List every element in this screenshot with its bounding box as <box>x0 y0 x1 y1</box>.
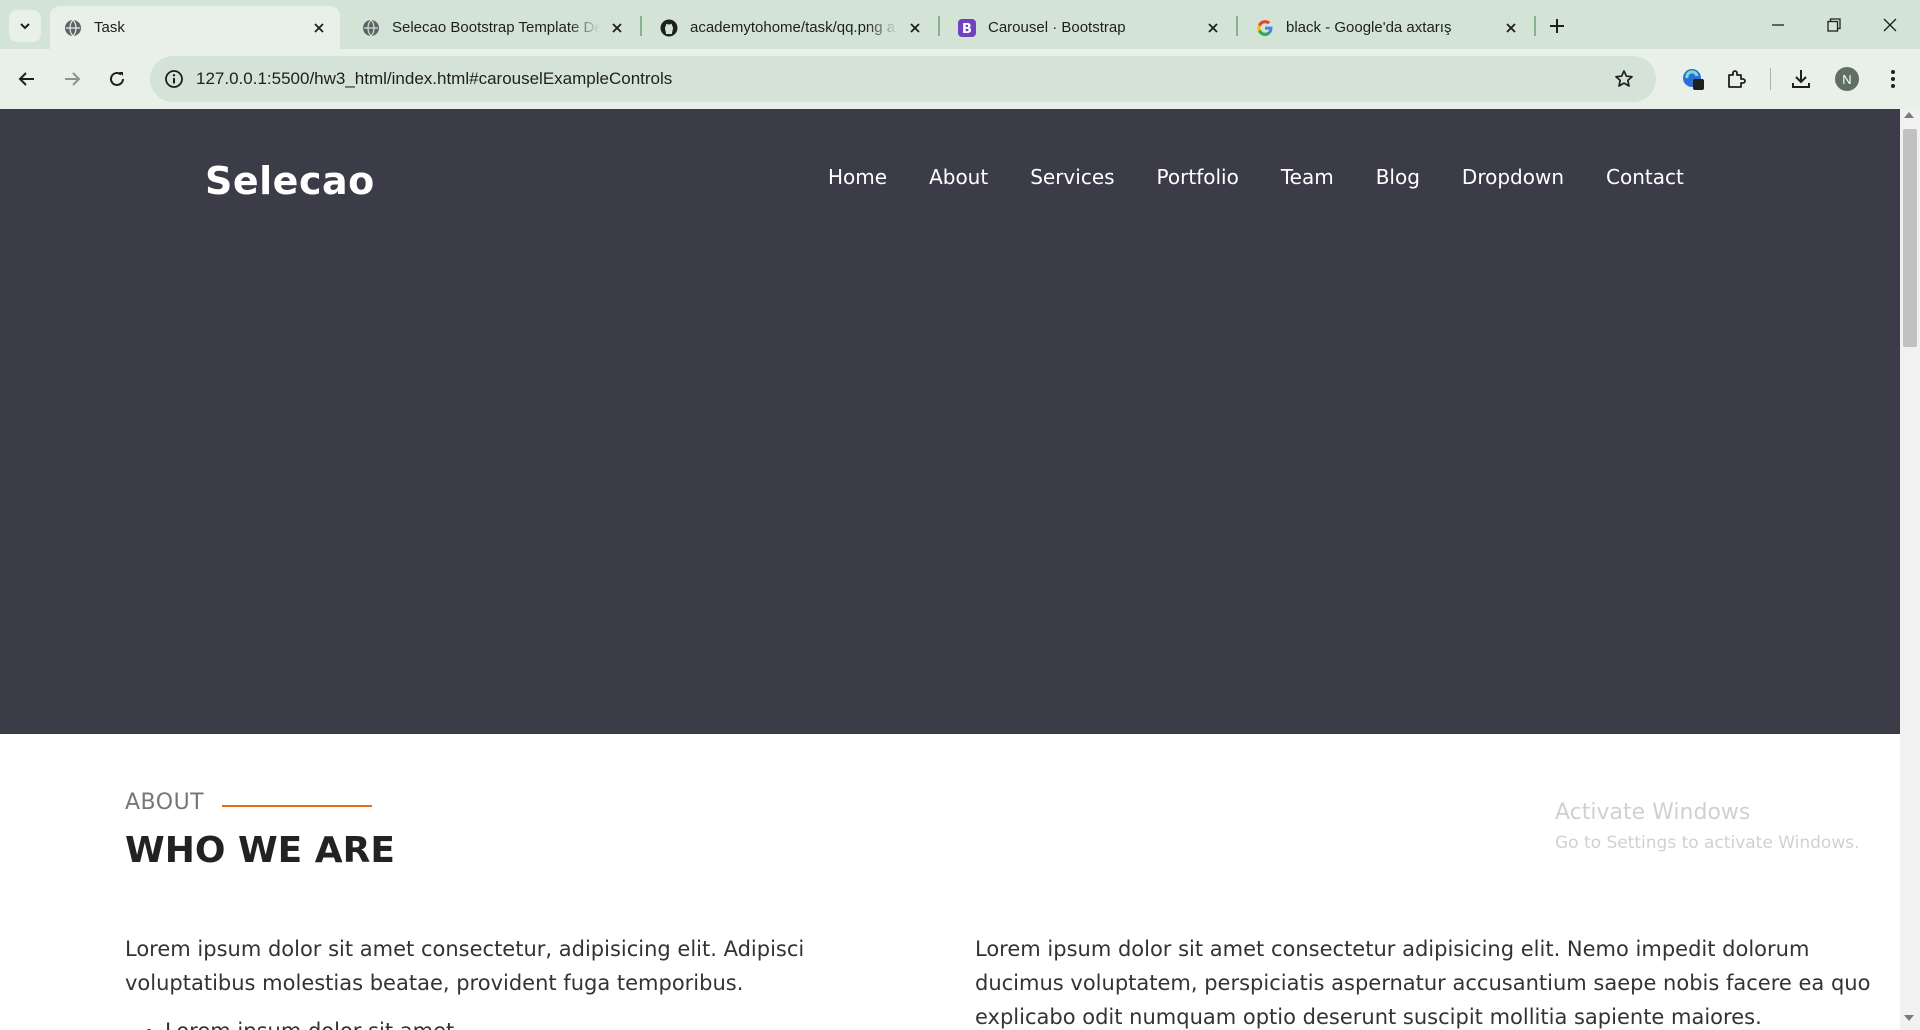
new-tab-button[interactable] <box>1544 13 1570 39</box>
tab-selecao-template[interactable]: Selecao Bootstrap Template De <box>348 6 638 49</box>
address-bar[interactable]: 127.0.0.1:5500/hw3_html/index.html#carou… <box>150 56 1656 102</box>
tab-title: Selecao Bootstrap Template De <box>392 19 600 36</box>
page-viewport: Selecao Home About Services Portfolio Te… <box>0 109 1900 1030</box>
about-right-column: Lorem ipsum dolor sit amet consectetur a… <box>975 932 1875 1030</box>
tab-google-search[interactable]: black - Google'da axtarış <box>1242 6 1532 49</box>
tab-title: Task <box>94 19 125 36</box>
site-logo[interactable]: Selecao <box>205 159 375 203</box>
site-info-icon[interactable] <box>162 67 186 91</box>
close-window-button[interactable] <box>1862 0 1918 49</box>
arrow-left-icon <box>18 72 34 86</box>
hero-section: Selecao Home About Services Portfolio Te… <box>0 109 1900 734</box>
back-button[interactable] <box>11 63 43 95</box>
chevron-down-icon <box>20 23 30 30</box>
close-icon[interactable] <box>1204 19 1222 37</box>
scroll-down-arrow-icon[interactable] <box>1904 1015 1914 1021</box>
forward-button[interactable] <box>56 63 88 95</box>
restore-icon <box>1827 17 1841 32</box>
nav-link-blog[interactable]: Blog <box>1376 165 1420 189</box>
section-kicker: ABOUT <box>125 790 373 815</box>
tab-title: black - Google'da axtarış <box>1286 19 1452 36</box>
restore-button[interactable] <box>1806 0 1862 49</box>
tab-github[interactable]: academytohome/task/qq.png a <box>646 6 936 49</box>
minimize-button[interactable] <box>1750 0 1806 49</box>
arrow-right-icon <box>65 72 81 86</box>
tab-title: Carousel · Bootstrap <box>988 19 1126 36</box>
google-icon <box>1256 19 1274 37</box>
close-icon[interactable] <box>1502 19 1520 37</box>
nav-link-about[interactable]: About <box>929 165 988 189</box>
menu-kebab-icon[interactable] <box>1878 64 1908 94</box>
about-left-paragraph: Lorem ipsum dolor sit amet consectetur, … <box>125 937 805 995</box>
tab-separator <box>1534 16 1536 36</box>
scrollbar-thumb[interactable] <box>1903 129 1917 347</box>
about-section: ABOUT WHO WE ARE Lorem ipsum dolor sit a… <box>0 734 1900 1030</box>
close-icon[interactable] <box>310 19 328 37</box>
about-left-column: Lorem ipsum dolor sit amet consectetur, … <box>125 932 925 1030</box>
profile-avatar[interactable]: N <box>1835 67 1859 91</box>
main-nav: Home About Services Portfolio Team Blog … <box>828 165 1684 189</box>
tab-separator <box>1236 16 1238 36</box>
reload-button[interactable] <box>101 63 133 95</box>
github-icon <box>660 19 678 37</box>
about-right-paragraph: Lorem ipsum dolor sit amet consectetur a… <box>975 937 1871 1029</box>
svg-text:B: B <box>962 22 972 37</box>
url-text[interactable]: 127.0.0.1:5500/hw3_html/index.html#carou… <box>196 69 672 89</box>
reload-icon <box>110 71 124 86</box>
tab-title: academytohome/task/qq.png a <box>690 19 896 36</box>
close-icon[interactable] <box>906 19 924 37</box>
globe-icon <box>64 19 82 37</box>
extensions-puzzle-icon[interactable] <box>1722 64 1752 94</box>
section-kicker-line <box>222 804 373 807</box>
tab-separator <box>640 16 642 36</box>
scroll-up-arrow-icon[interactable] <box>1904 112 1914 118</box>
globe-icon <box>362 19 380 37</box>
downloads-icon[interactable] <box>1786 64 1816 94</box>
nav-link-team[interactable]: Team <box>1281 165 1334 189</box>
minimize-icon <box>1772 23 1784 26</box>
tab-search-button[interactable] <box>9 10 41 42</box>
close-icon[interactable] <box>608 19 626 37</box>
plus-icon <box>1550 19 1564 33</box>
tab-separator <box>938 16 940 36</box>
nav-link-portfolio[interactable]: Portfolio <box>1157 165 1239 189</box>
nav-link-dropdown[interactable]: Dropdown <box>1462 165 1564 189</box>
section-kicker-label: ABOUT <box>125 790 205 815</box>
nav-link-contact[interactable]: Contact <box>1606 165 1684 189</box>
section-title: WHO WE ARE <box>125 830 395 871</box>
bootstrap-icon: B <box>958 18 976 37</box>
close-icon <box>1883 18 1897 31</box>
extension-copilot-icon[interactable] <box>1678 64 1708 94</box>
nav-link-home[interactable]: Home <box>828 165 887 189</box>
list-item: Lorem ipsum dolor sit amet <box>165 1014 925 1030</box>
bookmark-star-icon[interactable] <box>1612 67 1636 91</box>
toolbar-divider <box>1770 68 1771 90</box>
nav-link-services[interactable]: Services <box>1030 165 1114 189</box>
about-list: Lorem ipsum dolor sit amet <box>125 1014 925 1030</box>
tab-task[interactable]: Task <box>50 6 340 49</box>
tab-bootstrap-carousel[interactable]: B Carousel · Bootstrap <box>944 6 1234 49</box>
